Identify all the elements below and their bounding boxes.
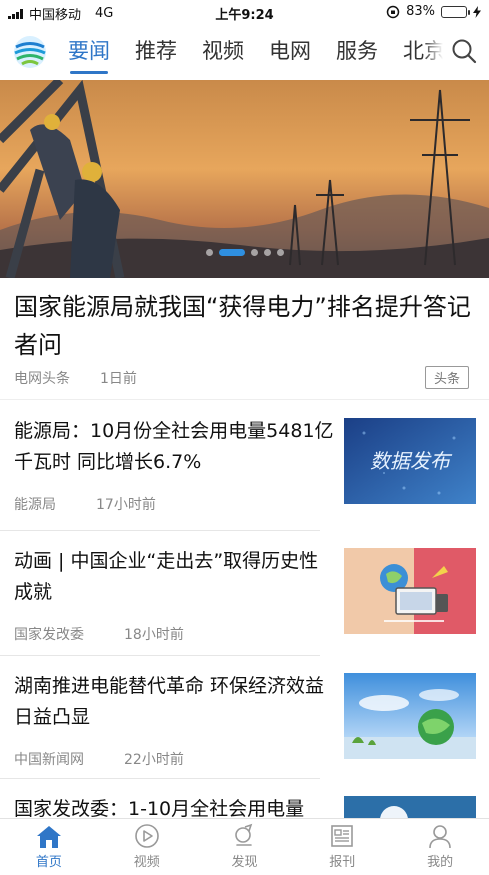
news-item[interactable]: 动画 | 中国企业“走出去”取得历史性成就 国家发改委 18小时前 — [0, 530, 489, 652]
headline-time: 1日前 — [100, 371, 137, 387]
news-title: 能源局：10月份全社会用电量5481亿千瓦时 同比增长6.7% — [14, 420, 334, 473]
tabbar-newspaper[interactable]: 报刊 — [293, 819, 391, 875]
divider — [0, 778, 320, 779]
carousel-dot[interactable] — [205, 249, 213, 256]
carousel-dot[interactable] — [263, 249, 271, 256]
search-button[interactable] — [423, 24, 489, 80]
news-source: 中国新闻网 — [14, 752, 84, 768]
headline-source: 电网头条 — [14, 371, 70, 387]
home-icon — [36, 826, 61, 848]
tabbar-discover[interactable]: 发现 — [196, 819, 294, 875]
news-item[interactable]: 湖南推进电能替代革命 环保经济效益日益凸显 中国新闻网 22小时前 — [0, 655, 489, 777]
carousel-dot[interactable] — [218, 249, 245, 256]
divider — [0, 530, 320, 531]
news-meta: 国家发改委 18小时前 — [14, 624, 184, 644]
bottom-tab-bar: 首页 视频 发现 报刊 我的 — [0, 818, 489, 875]
carousel-dots — [0, 249, 489, 256]
channel-tabs: 要闻推荐视频电网服务北京 — [68, 24, 470, 80]
news-meta: 能源局 17小时前 — [14, 494, 156, 514]
battery-icon — [441, 5, 470, 18]
news-thumbnail — [344, 548, 476, 634]
banner-carousel[interactable] — [0, 80, 489, 278]
tab-1[interactable]: 推荐 — [135, 24, 177, 80]
news-time: 22小时前 — [124, 752, 184, 768]
divider — [0, 655, 320, 656]
news-thumbnail: 数据发布 — [344, 418, 476, 504]
headline-meta: 电网头条 1日前 — [14, 368, 137, 388]
play-icon — [134, 824, 159, 848]
tabbar-label: 视频 — [133, 855, 160, 870]
tab-3[interactable]: 电网 — [269, 24, 311, 80]
discover-icon — [235, 823, 253, 846]
tab-2[interactable]: 视频 — [202, 24, 244, 80]
news-item[interactable]: 能源局：10月份全社会用电量5481亿千瓦时 同比增长6.7% 能源局 17小时… — [0, 400, 489, 522]
app-logo-icon[interactable] — [12, 34, 48, 70]
rotation-lock-icon — [386, 5, 400, 18]
news-meta: 中国新闻网 22小时前 — [14, 749, 184, 769]
news-source: 国家发改委 — [14, 627, 84, 643]
channel-nav: 要闻推荐视频电网服务北京 — [0, 24, 489, 80]
tab-0[interactable]: 要闻 — [68, 24, 110, 80]
news-time: 17小时前 — [96, 497, 156, 513]
battery-percent: 83% — [406, 4, 435, 19]
headline-article[interactable]: 国家能源局就我国“获得电力”排名提升答记者问 电网头条 1日前 头条 — [0, 278, 489, 400]
news-time: 18小时前 — [124, 627, 184, 643]
tabbar-label: 发现 — [231, 855, 258, 870]
headline-tag-badge: 头条 — [424, 366, 469, 389]
carousel-dot[interactable] — [276, 249, 284, 256]
charging-icon — [473, 5, 481, 18]
news-title: 湖南推进电能替代革命 环保经济效益日益凸显 — [14, 675, 325, 728]
status-bar: 中国移动 4G 上午9:24 83% — [0, 0, 489, 24]
profile-icon — [429, 825, 451, 849]
headline-title: 国家能源局就我国“获得电力”排名提升答记者问 — [14, 293, 471, 359]
tab-4[interactable]: 服务 — [336, 24, 378, 80]
carousel-dot[interactable] — [250, 249, 258, 256]
status-bar-right: 83% — [386, 4, 481, 19]
news-source: 能源局 — [14, 497, 56, 513]
tabbar-label: 报刊 — [329, 855, 356, 870]
tabbar-video[interactable]: 视频 — [98, 819, 196, 875]
tabbar-profile[interactable]: 我的 — [391, 819, 489, 875]
tabbar-label: 首页 — [35, 855, 62, 870]
tabbar-home[interactable]: 首页 — [0, 819, 98, 875]
news-thumbnail — [344, 673, 476, 759]
news-title: 动画 | 中国企业“走出去”取得历史性成就 — [14, 550, 319, 603]
thumb-caption: 数据发布 — [370, 449, 453, 473]
newspaper-icon — [331, 825, 354, 847]
tabbar-label: 我的 — [427, 855, 454, 870]
search-icon — [452, 39, 477, 64]
